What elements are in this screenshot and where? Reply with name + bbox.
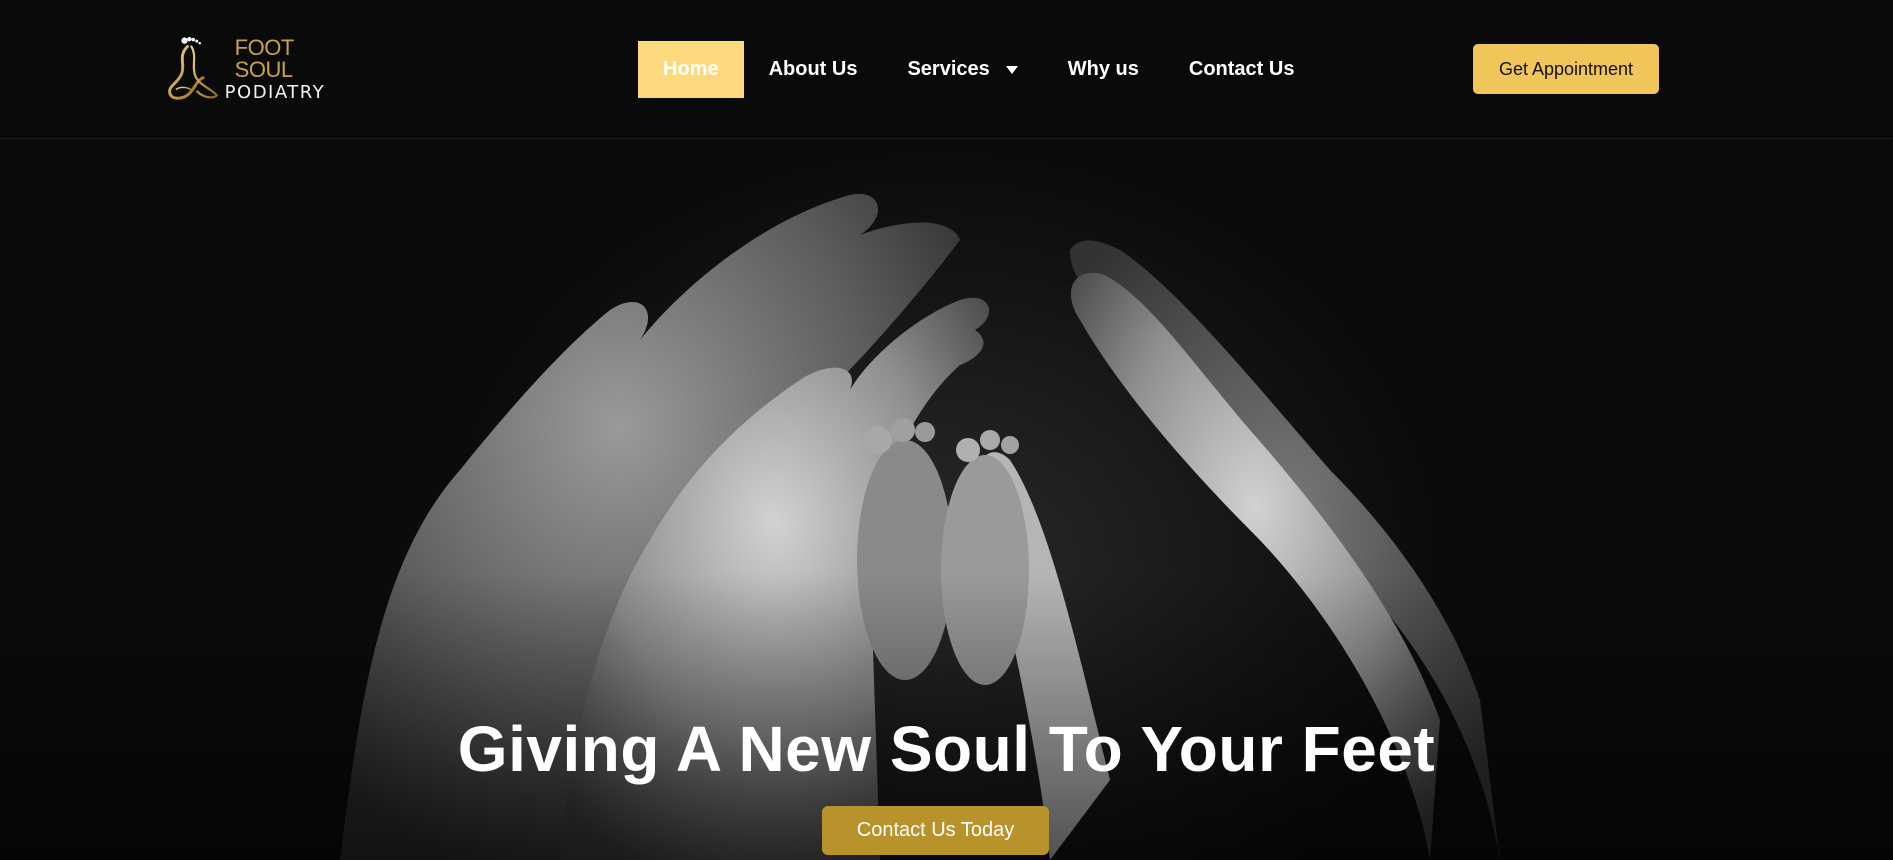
- main-nav: Home About Us Services Why us Contact Us: [638, 41, 1319, 98]
- nav-item-contact-us[interactable]: Contact Us: [1164, 41, 1320, 98]
- foot-soul-logo-icon: [168, 37, 219, 100]
- nav-item-home[interactable]: Home: [638, 41, 744, 98]
- hero-section: Giving A New Soul To Your Feet Contact U…: [0, 140, 1893, 860]
- nav-item-services[interactable]: Services: [882, 41, 1042, 98]
- logo-line-1: FOOT SOUL: [234, 34, 294, 82]
- get-appointment-button[interactable]: Get Appointment: [1473, 44, 1659, 94]
- site-logo[interactable]: FOOT SOUL PODIATRY: [164, 34, 354, 104]
- site-header: FOOT SOUL PODIATRY Home About Us Service…: [0, 0, 1893, 139]
- logo-line-2: PODIATRY: [224, 81, 326, 103]
- logo-wordmark: FOOT SOUL PODIATRY: [224, 34, 354, 103]
- hero-title: Giving A New Soul To Your Feet: [457, 713, 1436, 785]
- contact-us-today-button[interactable]: Contact Us Today: [822, 806, 1049, 855]
- chevron-down-icon: [1005, 65, 1018, 74]
- nav-item-services-label: Services: [907, 58, 990, 80]
- nav-item-about-us[interactable]: About Us: [744, 41, 883, 98]
- nav-item-why-us[interactable]: Why us: [1043, 41, 1164, 98]
